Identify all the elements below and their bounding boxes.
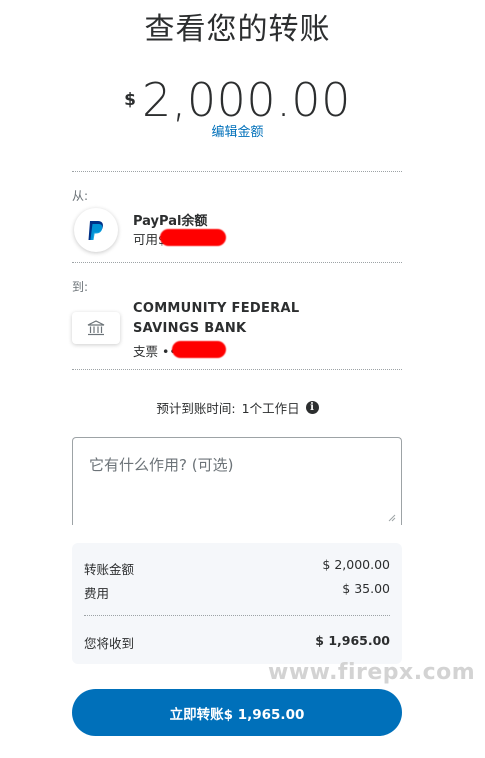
transfer-amount-value: $ 2,000.00	[322, 557, 390, 572]
fee-label: 费用	[84, 586, 110, 601]
fee-value: $ 35.00	[342, 581, 390, 596]
bank-account-type: 支票 ••	[133, 344, 177, 359]
bank-name-line1: COMMUNITY FEDERAL	[133, 301, 300, 316]
arrival-estimate: 预计到账时间: 1个工作日 i	[0, 398, 475, 417]
redacted-balance	[160, 229, 226, 246]
info-icon[interactable]: i	[305, 401, 319, 414]
divider	[72, 262, 402, 263]
redacted-account-number	[172, 341, 226, 358]
amount-display: $ 2,000.00	[0, 72, 475, 128]
summary-divider	[84, 615, 390, 616]
divider	[72, 369, 402, 370]
watermark: www.firepx.com	[268, 660, 476, 685]
arrival-label: 预计到账时间:	[156, 401, 236, 416]
transfer-summary: 转账金额 $ 2,000.00 费用 $ 35.00 您将收到 $ 1,965.…	[72, 543, 402, 664]
transfer-review-page: 查看您的转账 $ 2,000.00 编辑金额 从: PayPal余额 可用$ 到…	[0, 0, 485, 758]
currency-symbol: $	[124, 90, 136, 110]
arrival-value: 1个工作日	[241, 401, 300, 416]
page-title: 查看您的转账	[144, 12, 331, 47]
edit-amount-link[interactable]: 编辑金额	[0, 121, 475, 140]
paypal-logo-icon	[74, 208, 118, 252]
to-label: 到:	[72, 280, 89, 294]
transfer-amount: 2,000.00	[142, 73, 351, 127]
from-label: 从:	[72, 189, 89, 203]
note-placeholder: 它有什么作用? (可选)	[89, 456, 234, 474]
receive-label: 您将收到	[84, 636, 135, 651]
transfer-now-button[interactable]: 立即转账$ 1,965.00	[72, 689, 402, 736]
transfer-amount-label: 转账金额	[84, 562, 135, 577]
receive-value: $ 1,965.00	[315, 633, 390, 648]
bank-name-line2: SAVINGS BANK	[133, 321, 247, 336]
bank-icon	[72, 312, 120, 344]
note-textarea[interactable]: 它有什么作用? (可选)	[72, 437, 402, 525]
source-name: PayPal余额	[133, 214, 208, 229]
divider	[72, 171, 402, 172]
resize-grip-icon[interactable]	[388, 514, 396, 522]
